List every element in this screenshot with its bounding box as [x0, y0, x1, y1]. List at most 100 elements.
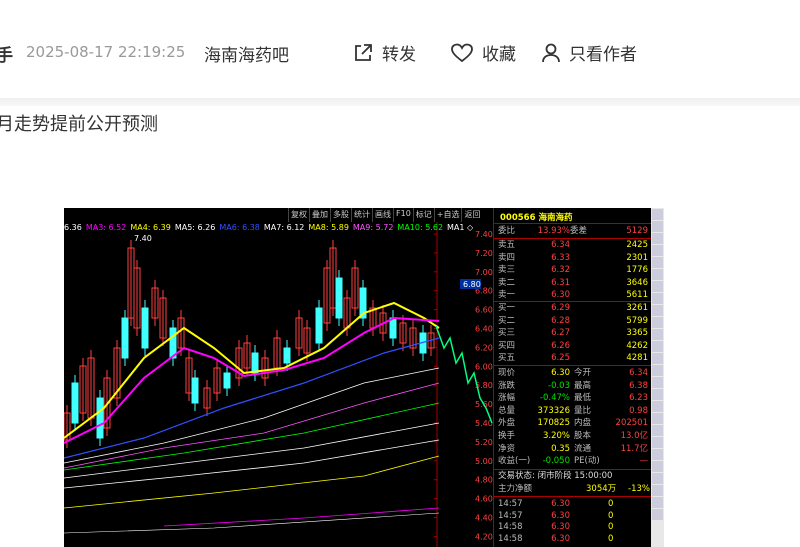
stock-terminal-screenshot: 7.40 7.20 7.00 6.80 6.60 6.40 6.20 6.00 5.80 5.60…: [64, 208, 664, 547]
side-tool-icon[interactable]: [652, 281, 663, 292]
main-flow-row: 主力净额 3054万 -13%: [498, 484, 650, 495]
cursor-price: 6.80: [463, 280, 481, 289]
author-only-button[interactable]: 只看作者: [541, 40, 637, 65]
stat-row: 涨幅 -0.47% 最低 6.23: [498, 393, 648, 404]
price-tick: 7.00: [475, 268, 493, 277]
order-price: 6.26: [551, 340, 570, 351]
stat-value: 3.20%: [542, 431, 570, 441]
side-tool-icon[interactable]: [652, 461, 663, 472]
side-tool-icon[interactable]: [652, 389, 663, 400]
side-tool-icon[interactable]: [652, 437, 663, 448]
panel-divider: [494, 365, 652, 366]
peak-label: 7.40: [134, 234, 152, 243]
side-tool-icon[interactable]: [652, 257, 663, 268]
ma-line: [163, 507, 440, 527]
panel-divider: [494, 469, 652, 470]
side-tool-icon[interactable]: [652, 329, 663, 340]
ratio-label: 委比: [498, 226, 516, 236]
stat-row: 净资 0.35 流通 11.7亿: [498, 444, 648, 455]
candle-body: [141, 307, 149, 349]
side-tool-icon[interactable]: [652, 353, 663, 364]
side-tool-icon[interactable]: [652, 221, 663, 232]
stat-row: 涨跌 -0.03 最高 6.38: [498, 381, 648, 392]
order-row: 买一 6.29 3261: [498, 303, 648, 314]
side-tool-icon[interactable]: [652, 293, 663, 304]
diff-value: 5129: [626, 226, 648, 236]
ma-label: MA8: 5.89: [308, 223, 349, 232]
stat-label: 最高: [574, 380, 592, 391]
order-volume: 3261: [626, 303, 648, 313]
side-tool-icon[interactable]: [652, 233, 663, 244]
side-tool-icon[interactable]: [652, 473, 663, 484]
side-tool-icon[interactable]: [652, 245, 663, 256]
share-button[interactable]: 转发: [352, 40, 416, 65]
tick-time: 14:58: [498, 522, 523, 533]
toolbar-item[interactable]: 标记: [412, 208, 434, 222]
toolbar-item[interactable]: 画线: [372, 208, 393, 222]
ma-label: MA5: 6.26: [174, 223, 216, 232]
side-tool-icon[interactable]: [652, 341, 663, 352]
toolbar-item[interactable]: 统计: [351, 208, 372, 222]
order-label: 卖四: [498, 252, 516, 263]
stat-row: 现价 6.30 今开 6.34: [498, 368, 648, 379]
toolbar-item[interactable]: 叠加: [309, 208, 330, 222]
order-volume: 3646: [626, 277, 648, 288]
stat-label: 净资: [498, 443, 516, 454]
candle-body: [96, 397, 104, 439]
side-tool-icon[interactable]: [652, 401, 663, 412]
chart-toolbar: 复权 叠加 多股 统计 画线 F10 标记 +自选 返回: [288, 208, 482, 222]
post-time: 2025-08-17 22:19:25: [26, 43, 186, 61]
ma-line: [64, 402, 440, 471]
side-tool-icon[interactable]: [652, 425, 663, 436]
side-tool-icon[interactable]: [652, 305, 663, 316]
toolbar-item[interactable]: 返回: [461, 208, 482, 222]
side-tool-icon[interactable]: [652, 485, 663, 496]
toolbar-item[interactable]: 多股: [330, 208, 351, 222]
toolbar-item[interactable]: +自选: [433, 208, 462, 222]
side-tool-icon[interactable]: [652, 269, 663, 280]
side-tool-icon[interactable]: [652, 365, 663, 376]
order-label: 买二: [498, 315, 516, 326]
ma-label: MA9: 5.72: [352, 223, 394, 232]
side-tool-icon[interactable]: [652, 377, 663, 388]
side-tool-icon[interactable]: [652, 449, 663, 460]
tick-time: 14:58: [498, 534, 523, 545]
collect-button[interactable]: 收藏: [450, 40, 516, 65]
stat-value: 6.30: [551, 368, 570, 378]
forum-link[interactable]: 海南海药吧: [204, 41, 289, 66]
price-tick: 5.00: [475, 457, 493, 466]
order-volume: 4262: [626, 340, 648, 351]
order-price: 6.33: [551, 252, 570, 263]
ma-label: MA6: 6.38: [219, 223, 260, 232]
order-volume: 2425: [626, 240, 648, 250]
author-name[interactable]: 手: [0, 41, 13, 66]
candle-body: [315, 307, 323, 344]
stat-value: 0.98: [629, 405, 648, 416]
side-tool-icon[interactable]: [652, 497, 663, 508]
order-row: 卖五 6.34 2425: [498, 240, 648, 251]
stat-value: 6.38: [629, 380, 648, 391]
ma-label: MA3: 6.52: [85, 223, 127, 232]
tick-volume: 0: [608, 534, 614, 545]
candle-body: [251, 352, 259, 374]
stat-row: 外盘 170825 内盘 202501: [498, 418, 648, 429]
stat-value: 6.34: [629, 368, 648, 378]
toolbar-item[interactable]: F10: [393, 208, 413, 222]
ratio-value: 13.93%: [537, 226, 570, 236]
toolbar-item[interactable]: 复权: [288, 208, 309, 222]
trade-status: 交易状态: 闭市阶段 15:00:00: [498, 471, 613, 481]
stat-value: 0.35: [551, 443, 570, 454]
side-tool-icon[interactable]: [652, 209, 663, 220]
order-price: 6.25: [551, 353, 570, 364]
candle-body: [121, 317, 129, 359]
order-volume: 3365: [626, 328, 648, 339]
ma-line: [64, 512, 440, 534]
side-tool-icon[interactable]: [652, 413, 663, 424]
stat-value: -0.050: [542, 456, 570, 467]
ma-legend: 6.36 MA3: 6.52 MA4: 6.39 MA5: 6.26 MA6: 6.38…: [64, 223, 473, 233]
stat-row: 总量 373326 量比 0.98: [498, 406, 648, 417]
side-tool-icon[interactable]: [652, 509, 663, 520]
main-flow-label: 主力净额: [498, 484, 533, 494]
quote-ratio-row: 委比 13.93% 委差 5129: [498, 226, 648, 237]
side-tool-icon[interactable]: [652, 317, 663, 328]
